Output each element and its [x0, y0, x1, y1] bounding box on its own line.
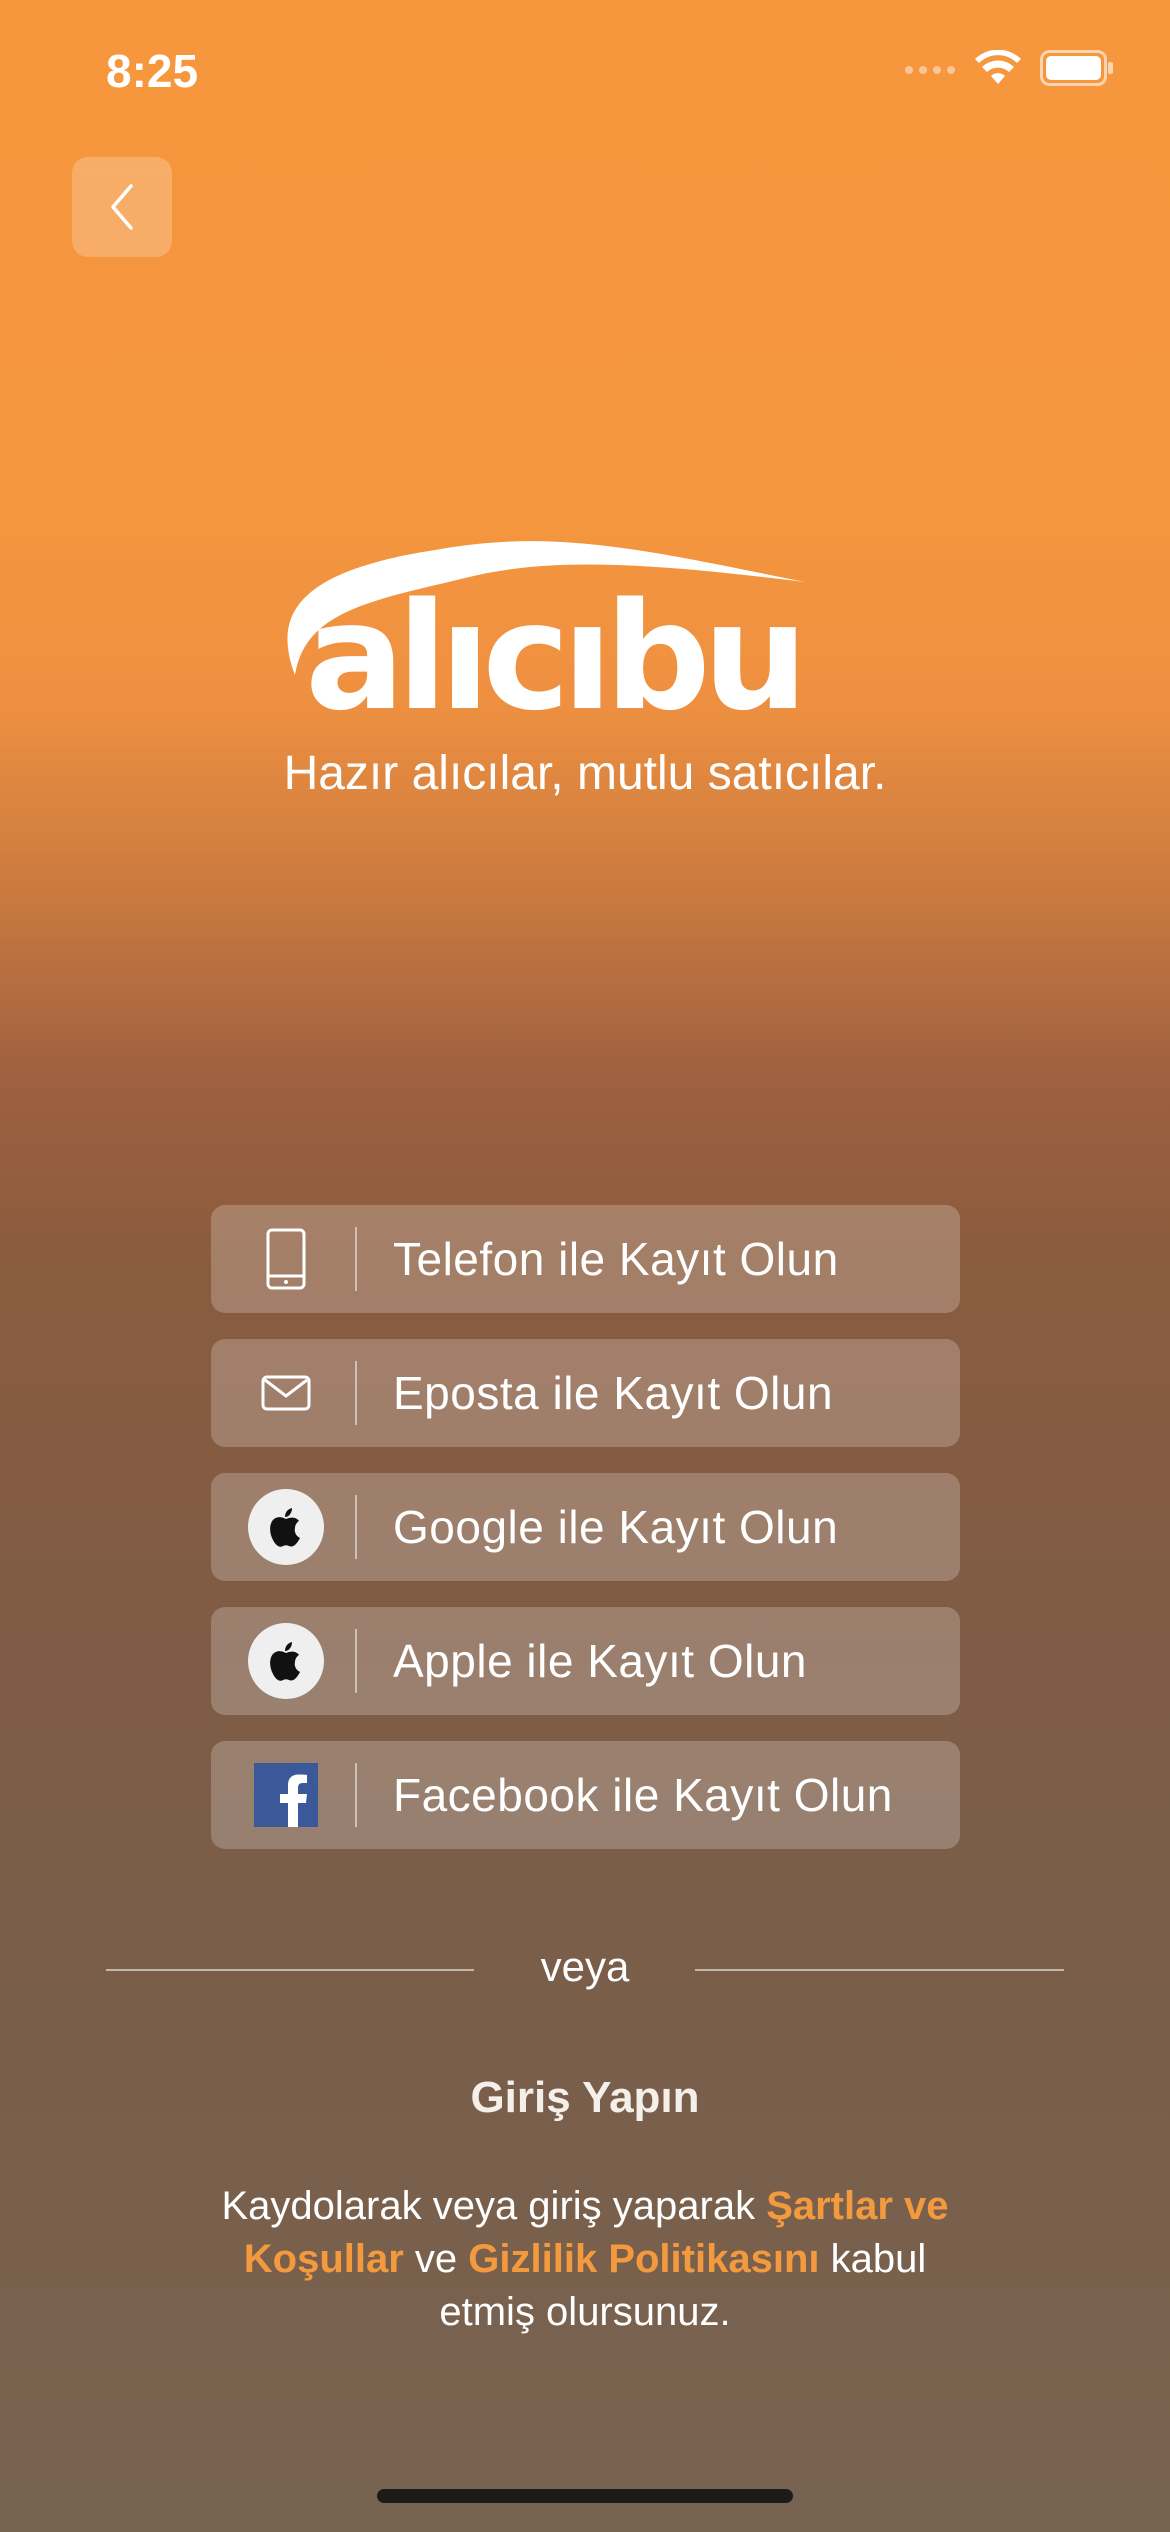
phone-icon [266, 1228, 306, 1290]
home-indicator [377, 2489, 793, 2503]
privacy-link[interactable]: Gizlilik Politikasını [468, 2237, 819, 2281]
status-time: 8:25 [106, 45, 199, 97]
apple-icon [270, 1642, 300, 1681]
divider-text: veya [540, 1943, 630, 1990]
signal-icon [905, 66, 955, 74]
separator [355, 1361, 357, 1425]
login-link[interactable]: Giriş Yapın [0, 2073, 1170, 2123]
google-signup-label: Google ile Kayıt Olun [393, 1501, 839, 1553]
wifi-icon [975, 50, 1021, 84]
separator [355, 1495, 357, 1559]
terms-middle: ve [403, 2237, 469, 2281]
separator [355, 1763, 357, 1827]
mail-icon [261, 1375, 311, 1411]
facebook-signup-label: Facebook ile Kayıt Olun [393, 1769, 893, 1821]
back-button[interactable] [72, 157, 172, 257]
logo-text: alıcıbul [305, 571, 810, 720]
phone-signup-label: Telefon ile Kayıt Olun [393, 1233, 839, 1285]
email-signup-button[interactable]: Eposta ile Kayıt Olun [211, 1339, 960, 1447]
apple-signup-button[interactable]: Apple ile Kayıt Olun [211, 1607, 960, 1715]
brand-logo: alıcıbul [265, 520, 851, 743]
google-signup-button[interactable]: Google ile Kayıt Olun [211, 1473, 960, 1581]
separator [355, 1629, 357, 1693]
separator [355, 1227, 357, 1291]
status-icons [904, 50, 1114, 86]
chevron-left-icon [111, 184, 133, 230]
phone-signup-button[interactable]: Telefon ile Kayıt Olun [211, 1205, 960, 1313]
facebook-icon [254, 1763, 318, 1827]
email-signup-label: Eposta ile Kayıt Olun [393, 1367, 834, 1419]
tagline: Hazır alıcılar, mutlu satıcılar. [283, 747, 887, 800]
terms-text: Kaydolarak veya giriş yaparak Şartlar ve… [200, 2180, 970, 2339]
battery-icon [1040, 50, 1113, 86]
facebook-signup-button[interactable]: Facebook ile Kayıt Olun [211, 1741, 960, 1849]
apple-icon [270, 1508, 300, 1547]
terms-prefix: Kaydolarak veya giriş yaparak [221, 2184, 767, 2228]
apple-signup-label: Apple ile Kayıt Olun [393, 1635, 808, 1687]
